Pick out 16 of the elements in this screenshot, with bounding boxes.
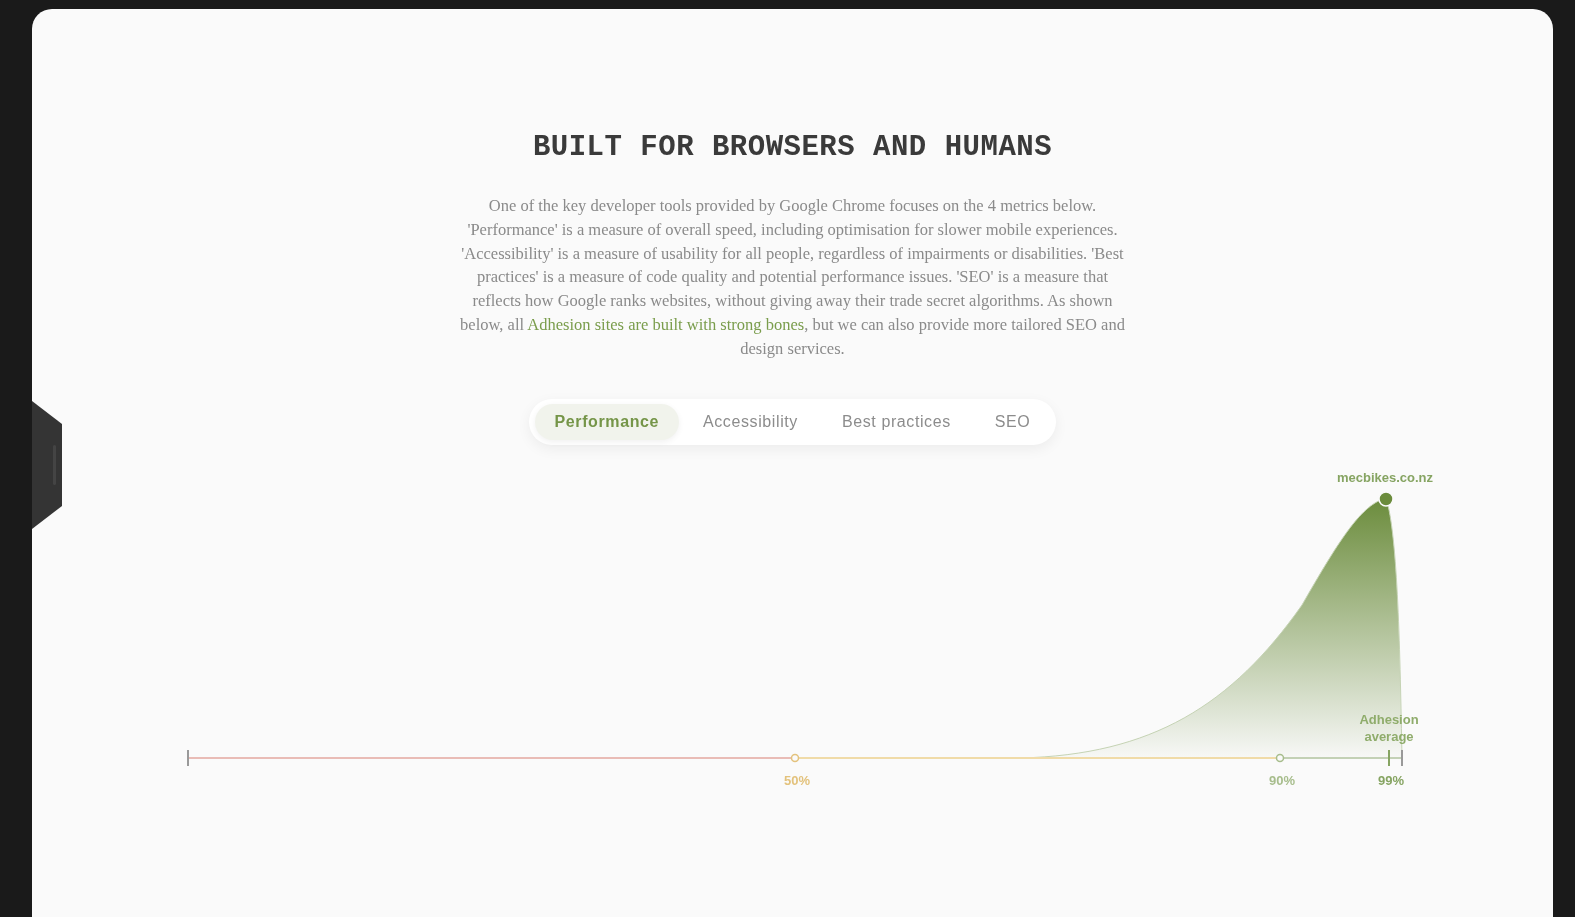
axis-marker-icon xyxy=(1275,753,1285,762)
metric-tab[interactable]: SEO xyxy=(974,403,1051,440)
average-label: Adhesion average xyxy=(1359,711,1419,744)
site-score-dot xyxy=(1378,490,1394,507)
axis-marker-icon xyxy=(790,753,800,762)
adhesion-link[interactable]: Adhesion sites are built with strong bones xyxy=(527,315,805,334)
metric-tab[interactable]: Best practices xyxy=(821,403,971,440)
intro-paragraph: One of the key developer tools provided by Google Chrome focuses on the 4 metrics below. 'Performance' is a measure of overall speed, including optimisation for slower mobile experiences. 'Accessibility' is a measure of usability for all people, regardless of impairments or disabilities. 'Best practices' is a measure of code quality and potential performance issues. 'SEO' is a measure that reflects how Google ranks websites, without giving away their trade secret algorithms. As shown below, all Adhesion sites are built with strong bones, but we can also provide more tailored SEO and design services. xyxy=(459,195,1126,360)
metric-tab[interactable]: Accessibility xyxy=(683,403,818,440)
axis-label: 90% xyxy=(1269,772,1295,788)
axis-label: 99% xyxy=(1378,772,1404,788)
metric-tab[interactable]: Performance xyxy=(534,403,679,440)
site-label: mecbikes.co.nz xyxy=(1336,469,1434,485)
axis-label: 50% xyxy=(784,772,810,788)
section-title: BUILT FOR BROWSERS AND HUMANS xyxy=(532,131,1053,164)
average-tick xyxy=(1388,748,1390,767)
